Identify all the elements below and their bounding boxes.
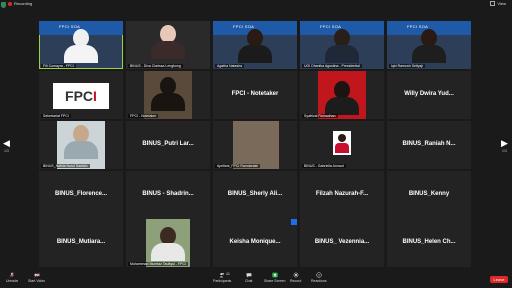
participant-tile[interactable]: BINUS - Shadrin... <box>126 171 210 219</box>
speaking-indicator-icon <box>291 219 297 225</box>
participant-name: Iqbi Ramzah Setiyaji <box>389 64 425 68</box>
participant-tile[interactable]: Syafrizal Ramadhan <box>300 71 384 119</box>
unmute-label: Unmute <box>6 279 19 283</box>
next-page-arrow-icon[interactable]: ▶ <box>501 138 508 149</box>
participant-tile[interactable]: FPCI SOA UGI Dhanika Agustina - Presiden… <box>300 21 384 69</box>
participant-name: BINUS - Shadrin... <box>142 191 194 197</box>
participant-name: BINUS_Mutiara... <box>56 239 106 245</box>
participant-video <box>151 77 185 111</box>
participant-video <box>412 29 446 63</box>
grid-view-icon <box>490 1 496 6</box>
recording-label: Recording <box>14 1 33 6</box>
participant-name: Agatha Natasha <box>215 64 245 68</box>
participant-tile[interactable]: BINUS_Kenny <box>387 171 471 219</box>
participant-tile[interactable]: BINUS_Putri Lar... <box>126 121 210 169</box>
participant-name: Keisha Monique... <box>229 239 281 245</box>
participants-count: 41 <box>226 272 230 276</box>
participant-tile[interactable]: BINUS_Nabila Nurul Sadilah <box>39 121 123 169</box>
participant-tile[interactable]: FPCI - Notetaker <box>213 71 297 119</box>
view-button[interactable]: View <box>490 1 506 6</box>
participants-icon <box>219 273 225 278</box>
meeting-toolbar: Unmute Start Video Participants 41 Chat … <box>0 271 512 288</box>
start-video-button[interactable]: Start Video <box>28 272 45 283</box>
participant-video <box>325 29 359 63</box>
participant-tile[interactable]: BINUS - Diva Clarissa Lengkong <box>126 21 210 69</box>
chat-label: Chat <box>245 279 253 283</box>
participant-name: BINUS_Nabila Nurul Sadilah <box>41 164 90 168</box>
participant-name: BINUS - Diva Clarissa Lengkong <box>128 64 183 68</box>
participant-tile[interactable]: BINUS_ Vezennia... <box>300 219 384 267</box>
participant-tile[interactable]: BINUS - Gabriella Annaut <box>300 121 384 169</box>
leave-button[interactable]: Leave <box>490 276 508 283</box>
participant-name: Sekretariat FPCI <box>41 114 71 118</box>
record-button[interactable]: Record <box>290 272 301 283</box>
participants-label: Participants <box>213 279 231 283</box>
participant-name: BINUS_Kenny <box>408 191 450 197</box>
top-bar: Recording View <box>0 0 512 10</box>
participant-name: BINUS_Raniah N... <box>402 141 456 147</box>
reactions-label: Reactions <box>311 279 327 283</box>
participant-name: FPCI - Notetaker <box>128 114 159 118</box>
participants-text: Participants <box>213 279 232 283</box>
participant-name: BINUS_ Vezennia... <box>314 239 370 245</box>
unmute-button[interactable]: Unmute <box>6 272 18 283</box>
participant-name: UGI Dhanika Agustina - Presidential <box>302 64 362 68</box>
record-label: Record <box>290 279 302 283</box>
participant-name: BINUS_Sherly Ali... <box>227 191 283 197</box>
participant-tile[interactable]: Willy Dwira Yud... <box>387 71 471 119</box>
security-shield-icon[interactable] <box>1 2 6 8</box>
participant-photo-person <box>325 81 359 115</box>
participant-video <box>151 25 185 59</box>
participant-tile[interactable]: FPCI - Notetaker <box>126 71 210 119</box>
page-indicator-right: 1/3 <box>502 149 507 153</box>
share-screen-label: Share Screen <box>264 279 286 283</box>
recording-dot-icon <box>8 1 12 6</box>
participant-tile[interactable]: FPCI SOA Fifi Cumayra - FPCI <box>39 21 123 69</box>
recording-indicator[interactable]: Recording <box>8 1 32 6</box>
participant-name: Filzah Nazurah-F... <box>315 191 369 197</box>
fpci-logo: FPCI <box>53 83 109 109</box>
participant-name: BINUS_Putri Lar... <box>142 141 194 147</box>
participant-tile[interactable]: FPCI Sekretariat FPCI <box>39 71 123 119</box>
participant-photo <box>333 131 351 155</box>
page-indicator-left: 1/3 <box>4 149 9 153</box>
participant-tile[interactable]: BINUS_Mutiara... <box>39 219 123 267</box>
participant-name: BINUS_Florence... <box>54 191 107 197</box>
participant-tile[interactable]: BINUS_Helen Ch... <box>387 219 471 267</box>
participant-name: BINUS_Helen Ch... <box>402 239 456 245</box>
participant-tile[interactable]: FPCI SOA Iqbi Ramzah Setiyaji <box>387 21 471 69</box>
chat-icon <box>246 273 252 278</box>
participant-video <box>151 227 185 261</box>
prev-page-arrow-icon[interactable]: ◀ <box>3 138 10 149</box>
chat-button[interactable]: Chat <box>245 272 252 283</box>
participant-video <box>238 29 272 63</box>
participant-video <box>64 29 98 63</box>
participant-video <box>64 125 98 159</box>
video-off-icon <box>34 272 40 278</box>
participant-tile[interactable]: Muhammad Mumtaz Taufiqul - FPCI <box>126 219 210 267</box>
participant-tile[interactable]: Apriliani_FPCI Ramdaniah <box>213 121 297 169</box>
share-screen-button[interactable]: Share Screen <box>264 272 285 283</box>
reactions-button[interactable]: Reactions <box>311 272 327 283</box>
participant-tile[interactable]: FPCI SOA Agatha Natasha <box>213 21 297 69</box>
microphone-muted-icon <box>9 272 15 278</box>
participant-name: Apriliani_FPCI Ramdaniah <box>215 164 261 168</box>
participant-name: BINUS - Gabriella Annaut <box>302 164 346 168</box>
participant-name: FPCI - Notetaker <box>231 91 279 97</box>
participant-name: Fifi Cumayra - FPCI <box>41 64 76 68</box>
participant-name: Willy Dwira Yud... <box>404 91 454 97</box>
start-video-label: Start Video <box>28 279 46 283</box>
participant-tile[interactable]: Filzah Nazurah-F... <box>300 171 384 219</box>
participant-name: Syafrizal Ramadhan <box>302 114 338 118</box>
share-screen-icon <box>272 272 278 278</box>
participant-tile[interactable]: Keisha Monique... <box>213 219 297 267</box>
participant-tile[interactable]: BINUS_Sherly Ali... <box>213 171 297 219</box>
view-label: View <box>497 1 506 6</box>
reactions-icon <box>316 272 322 278</box>
participant-tile[interactable]: BINUS_Florence... <box>39 171 123 219</box>
participant-name: Muhammad Mumtaz Taufiqul - FPCI <box>128 262 188 266</box>
participant-tile[interactable]: BINUS_Raniah N... <box>387 121 471 169</box>
record-icon <box>293 272 298 278</box>
participant-photo <box>233 121 279 169</box>
